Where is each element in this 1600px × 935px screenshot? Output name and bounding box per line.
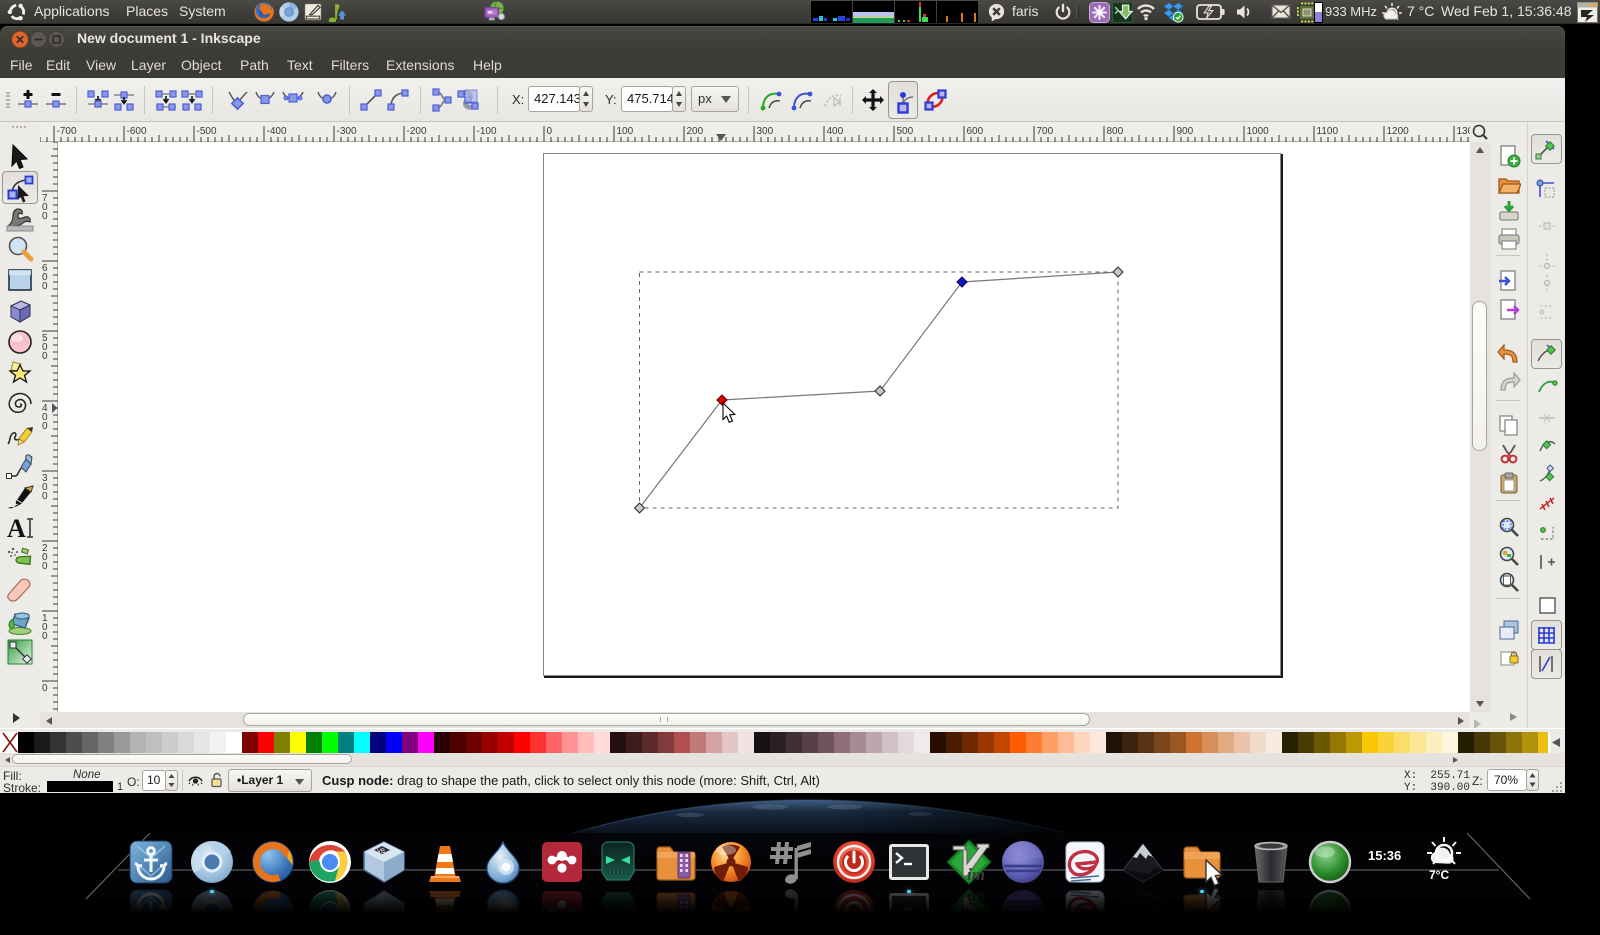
svg-text:A: A (7, 514, 26, 543)
svg-text:300: 300 (757, 126, 774, 137)
svg-text:-100: -100 (477, 126, 497, 137)
svg-text:1200: 1200 (1387, 126, 1410, 137)
svg-text:0: 0 (42, 211, 48, 222)
svg-text:500: 500 (897, 126, 914, 137)
svg-text:200: 200 (687, 126, 704, 137)
svg-text:600: 600 (967, 126, 984, 137)
svg-text:0: 0 (42, 421, 48, 432)
svg-text:im: im (967, 889, 985, 908)
svg-text:0: 0 (42, 561, 48, 572)
svg-text:im: im (967, 865, 985, 884)
svg-text:-700: -700 (57, 126, 77, 137)
svg-text:0: 0 (42, 491, 48, 502)
svg-text:-600: -600 (127, 126, 147, 137)
svg-text:VB: VB (377, 849, 385, 855)
svg-text:1000: 1000 (1247, 126, 1270, 137)
svg-text:-500: -500 (197, 126, 217, 137)
svg-text:-200: -200 (407, 126, 427, 137)
svg-text:100: 100 (617, 126, 634, 137)
svg-text:400: 400 (827, 126, 844, 137)
svg-text:0: 0 (42, 281, 48, 292)
svg-text:700: 700 (1037, 126, 1054, 137)
svg-text:800: 800 (1107, 126, 1124, 137)
svg-text:-300: -300 (337, 126, 357, 137)
svg-text:-400: -400 (267, 126, 287, 137)
svg-text:0: 0 (42, 351, 48, 362)
svg-text:1300: 1300 (1457, 126, 1471, 137)
svg-text:1100: 1100 (1317, 126, 1339, 137)
svg-text:0: 0 (42, 683, 48, 694)
svg-text:0: 0 (547, 126, 553, 137)
svg-text:0: 0 (42, 631, 48, 642)
svg-text:900: 900 (1177, 126, 1194, 137)
svg-text:VB: VB (377, 918, 385, 924)
